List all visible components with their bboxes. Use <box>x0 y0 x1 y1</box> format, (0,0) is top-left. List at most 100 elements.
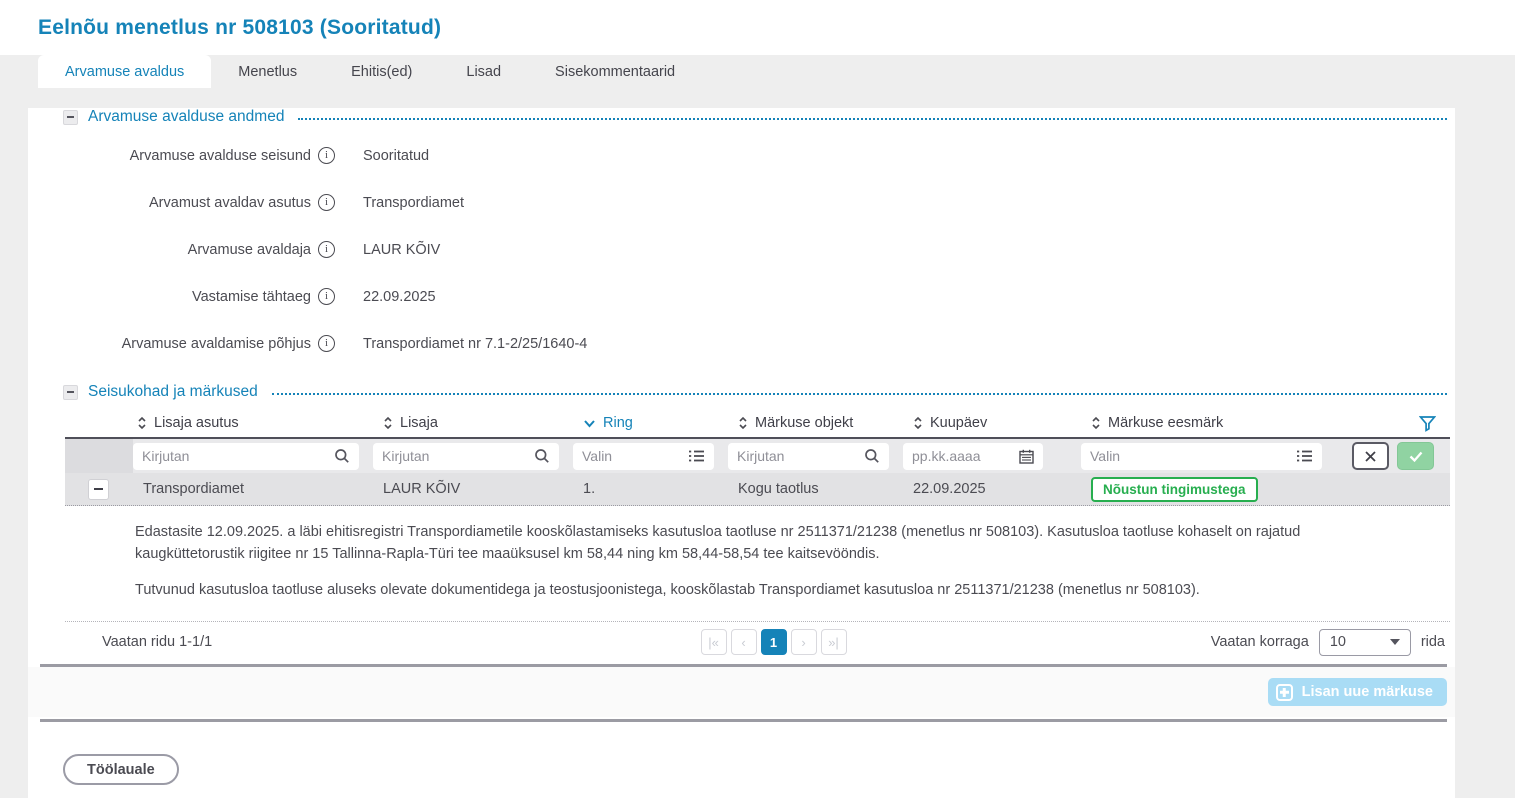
next-page-button[interactable]: › <box>791 629 817 655</box>
tab-ehitised[interactable]: Ehitis(ed) <box>324 55 439 88</box>
column-header-ring[interactable]: Ring <box>573 415 728 431</box>
field-label: Arvamuse avaldamise põhjus <box>28 336 311 352</box>
info-icon[interactable] <box>318 335 335 352</box>
chevron-down-icon <box>1390 639 1400 645</box>
tab-sisekommentaarid[interactable]: Sisekommentaarid <box>528 55 702 88</box>
row-collapse-button[interactable] <box>88 479 109 500</box>
tab-arvamuse-avaldus[interactable]: Arvamuse avaldus <box>38 55 211 88</box>
sort-desc-icon <box>583 419 596 428</box>
page-title: Eelnõu menetlus nr 508103 (Sooritatud) <box>38 16 441 40</box>
info-icon[interactable] <box>318 241 335 258</box>
column-header-lisaja-asutus[interactable]: Lisaja asutus <box>65 415 373 431</box>
rows-info: Vaatan ridu 1-1/1 <box>102 634 701 650</box>
field-row: Arvamuse avaldamise põhjus Transpordiame… <box>28 320 1455 367</box>
list-icon[interactable] <box>1296 449 1313 463</box>
field-row: Arvamuse avalduse seisund Sooritatud <box>28 132 1455 179</box>
tab-menetlus[interactable]: Menetlus <box>211 55 324 88</box>
desktop-button[interactable]: Töölauale <box>63 754 179 785</box>
filter-cell <box>1081 443 1336 470</box>
field-row: Arvamust avaldav asutus Transpordiamet <box>28 179 1455 226</box>
per-page-select[interactable]: 10 <box>1319 629 1411 656</box>
detail-paragraph: Edastasite 12.09.2025. a läbi ehitisregi… <box>135 522 1380 566</box>
search-icon[interactable] <box>534 448 550 464</box>
calendar-icon[interactable] <box>1019 449 1034 464</box>
add-remark-label: Lisan uue märkuse <box>1302 684 1433 700</box>
column-header-markuse-objekt[interactable]: Märkuse objekt <box>728 415 903 431</box>
filter-ring-input[interactable] <box>582 448 688 464</box>
top-header: Eelnõu menetlus nr 508103 (Sooritatud) <box>0 0 1515 55</box>
info-icon[interactable] <box>318 288 335 305</box>
header-actions-cell <box>1336 415 1450 432</box>
apply-filters-button[interactable] <box>1397 442 1434 470</box>
filter-markuse-objekt-input[interactable] <box>737 448 864 464</box>
filter-cell <box>728 443 903 470</box>
page-1-button[interactable]: 1 <box>761 629 787 655</box>
remarks-table: Lisaja asutus Lisaja Ring Märkuse objekt… <box>65 409 1450 662</box>
filter-expander-cell <box>65 439 133 473</box>
filter-lisaja-input[interactable] <box>382 448 534 464</box>
column-header-lisaja[interactable]: Lisaja <box>373 415 573 431</box>
remarks-section-title: Seisukohad ja märkused <box>88 383 258 401</box>
row-expander-cell <box>65 479 133 500</box>
cell-lisaja: LAUR KÕIV <box>373 481 573 497</box>
filter-markuse-objekt <box>728 443 889 470</box>
opinion-section-header: Arvamuse avalduse andmed <box>63 108 1447 126</box>
per-page-suffix: rida <box>1421 634 1445 650</box>
filter-lisaja <box>373 443 559 470</box>
search-icon[interactable] <box>864 448 880 464</box>
table-row[interactable]: Transpordiamet LAUR KÕIV 1. Kogu taotlus… <box>65 473 1450 506</box>
filter-cell <box>573 443 728 470</box>
add-remark-row: Lisan uue märkuse <box>28 667 1455 717</box>
per-page-prefix: Vaatan korraga <box>1211 634 1309 650</box>
filter-markuse-eesmark <box>1081 443 1322 470</box>
field-label: Vastamise tähtaeg <box>28 289 311 305</box>
opinion-section-title: Arvamuse avalduse andmed <box>88 108 284 126</box>
filter-actions <box>1336 442 1450 470</box>
status-badge: Nõustun tingimustega <box>1091 477 1258 502</box>
add-remark-button[interactable]: Lisan uue märkuse <box>1268 678 1447 706</box>
cell-markuse-objekt: Kogu taotlus <box>728 481 903 497</box>
info-icon[interactable] <box>318 147 335 164</box>
collapse-icon[interactable] <box>63 110 78 125</box>
sort-icon <box>137 415 147 431</box>
field-value: Transpordiamet nr 7.1-2/25/1640-4 <box>363 336 587 352</box>
filter-icon[interactable] <box>1419 415 1436 432</box>
filter-kuupaev <box>903 443 1043 470</box>
filter-kuupaev-input[interactable] <box>912 448 1019 464</box>
detail-paragraph: Tutvunud kasutusloa taotluse aluseks ole… <box>135 580 1380 602</box>
search-icon[interactable] <box>334 448 350 464</box>
last-page-button[interactable]: »| <box>821 629 847 655</box>
filter-markuse-eesmark-input[interactable] <box>1090 448 1296 464</box>
sort-icon <box>738 415 748 431</box>
footer: Töölauale <box>28 722 1455 785</box>
check-icon <box>1408 450 1424 463</box>
collapse-icon[interactable] <box>63 385 78 400</box>
column-header-markuse-eesmark[interactable]: Märkuse eesmärk <box>1081 415 1336 431</box>
dotted-divider <box>298 118 1447 120</box>
prev-page-button[interactable]: ‹ <box>731 629 757 655</box>
info-icon[interactable] <box>318 194 335 211</box>
remarks-section-header: Seisukohad ja märkused <box>63 383 1447 401</box>
filter-lisaja-asutus-input[interactable] <box>142 448 334 464</box>
column-header-kuupaev[interactable]: Kuupäev <box>903 415 1081 431</box>
pagination-bar: Vaatan ridu 1-1/1 |« ‹ 1 › »| Vaatan kor… <box>102 622 1445 662</box>
tab-bar: Arvamuse avaldus Menetlus Ehitis(ed) Lis… <box>0 55 1515 88</box>
per-page-control: Vaatan korraga 10 rida <box>847 629 1446 656</box>
first-page-button[interactable]: |« <box>701 629 727 655</box>
field-value: LAUR KÕIV <box>363 242 440 258</box>
tab-lisad[interactable]: Lisad <box>439 55 528 88</box>
list-icon[interactable] <box>688 449 705 463</box>
dotted-divider <box>272 393 1447 395</box>
field-value: Transpordiamet <box>363 195 464 211</box>
opinion-fields: Arvamuse avalduse seisund Sooritatud Arv… <box>28 132 1455 367</box>
filter-row <box>65 439 1450 473</box>
filter-lisaja-asutus <box>133 443 359 470</box>
cell-ring: 1. <box>573 481 728 497</box>
filter-cell <box>133 443 373 470</box>
field-row: Vastamise tähtaeg 22.09.2025 <box>28 273 1455 320</box>
field-label: Arvamuse avalduse seisund <box>28 148 311 164</box>
clear-filters-button[interactable] <box>1352 442 1389 470</box>
filter-cell <box>903 443 1081 470</box>
per-page-value: 10 <box>1330 634 1346 650</box>
field-row: Arvamuse avaldaja LAUR KÕIV <box>28 226 1455 273</box>
